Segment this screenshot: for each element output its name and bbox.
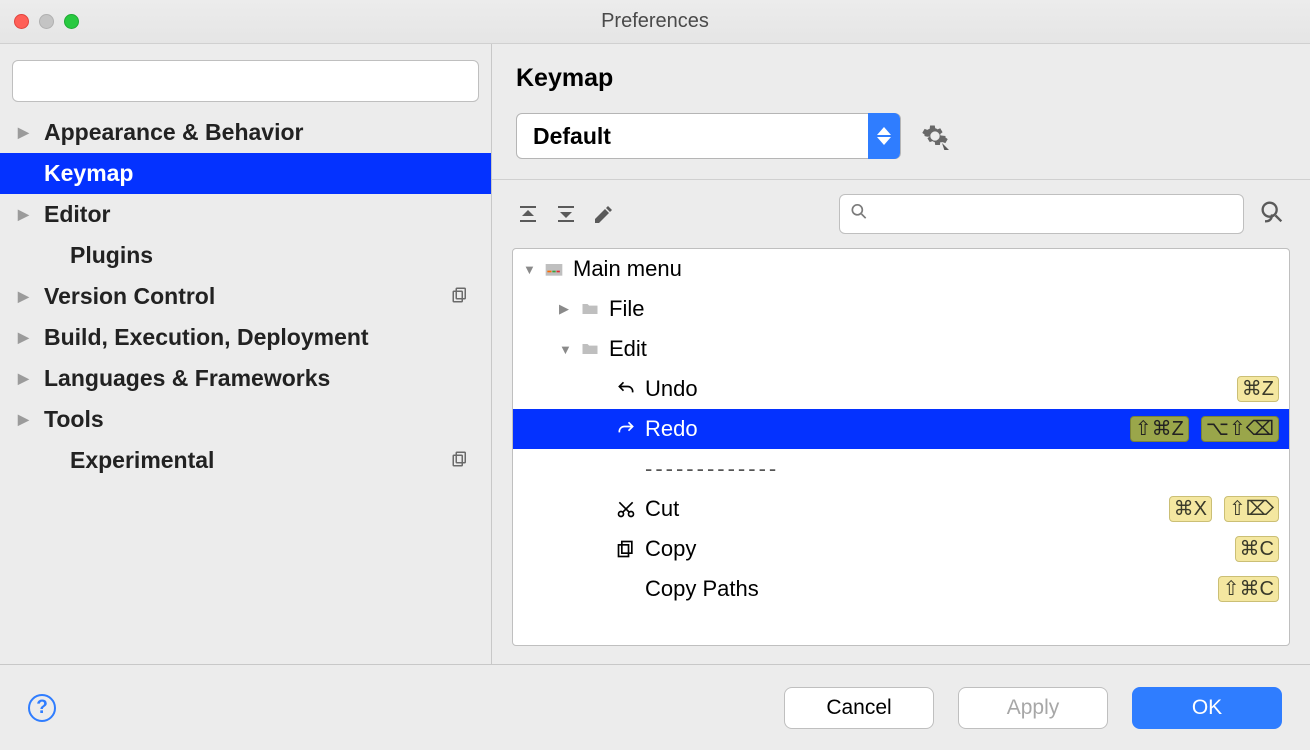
gear-icon[interactable] (921, 122, 949, 150)
content-heading: Keymap (492, 44, 1310, 101)
sidebar-item-label: Keymap (44, 160, 133, 187)
tree-item-copy-paths[interactable]: Copy Paths ⇧⌘C (513, 569, 1289, 609)
chevron-down-icon: ▼ (559, 342, 577, 357)
redo-icon (613, 419, 639, 439)
chevron-right-icon: ▶ (18, 329, 34, 346)
tree-item-cut[interactable]: Cut ⌘X ⇧⌦ (513, 489, 1289, 529)
chevron-right-icon: ▶ (18, 124, 34, 141)
action-search-input[interactable] (839, 194, 1244, 234)
sidebar-item-label: Appearance & Behavior (44, 119, 303, 146)
chevron-right-icon: ▶ (18, 288, 34, 305)
menu-folder-icon (541, 259, 567, 279)
shortcut-group: ⌘C (1235, 536, 1279, 562)
shortcut-group: ⇧⌘C (1218, 576, 1279, 602)
folder-icon (577, 339, 603, 359)
folder-icon (577, 299, 603, 319)
separator-label: ------------- (645, 456, 779, 482)
sidebar-item-label: Tools (44, 406, 104, 433)
tree-item-file[interactable]: ▶ File (513, 289, 1289, 329)
titlebar: Preferences (0, 0, 1310, 44)
keyboard-shortcut: ⌥⇧⌫ (1201, 416, 1279, 442)
sidebar-item-label: Plugins (70, 242, 153, 269)
keyboard-shortcut: ⌘C (1235, 536, 1279, 562)
sidebar-item-label: Build, Execution, Deployment (44, 324, 369, 351)
keymap-scheme-select[interactable]: Default (516, 113, 901, 159)
tree-item-label: Edit (609, 336, 647, 362)
expand-all-button[interactable] (516, 202, 540, 226)
sidebar-item-languages-frameworks[interactable]: ▶ Languages & Frameworks (0, 358, 491, 399)
undo-icon (613, 379, 639, 399)
sidebar-item-build-execution-deployment[interactable]: ▶ Build, Execution, Deployment (0, 317, 491, 358)
tree-item-label: Copy (645, 536, 696, 562)
tree-separator: ------------- (513, 449, 1289, 489)
sidebar-search-input[interactable] (12, 60, 479, 102)
keymap-scheme-value: Default (533, 123, 611, 150)
help-button[interactable]: ? (28, 694, 56, 722)
keyboard-shortcut: ⌘X (1169, 496, 1212, 522)
chevron-down-icon: ▼ (523, 262, 541, 277)
cut-icon (613, 499, 639, 519)
keyboard-shortcut: ⇧⌦ (1224, 496, 1279, 522)
footer: ? Cancel Apply OK (0, 664, 1310, 750)
tree-item-label: Undo (645, 376, 698, 402)
chevron-right-icon: ▶ (18, 411, 34, 428)
chevron-right-icon: ▶ (18, 370, 34, 387)
copy-settings-icon (451, 447, 469, 474)
copy-icon (613, 539, 639, 559)
apply-button: Apply (958, 687, 1108, 729)
shortcut-group: ⇧⌘Z ⌥⇧⌫ (1130, 416, 1279, 442)
chevron-right-icon: ▶ (18, 206, 34, 223)
sidebar-item-appearance-behavior[interactable]: ▶ Appearance & Behavior (0, 112, 491, 153)
sidebar-item-version-control[interactable]: ▶ Version Control (0, 276, 491, 317)
tree-item-label: Cut (645, 496, 679, 522)
tree-item-undo[interactable]: Undo ⌘Z (513, 369, 1289, 409)
sidebar-item-label: Version Control (44, 283, 215, 310)
tree-item-label: File (609, 296, 644, 322)
sidebar-item-label: Experimental (70, 447, 214, 474)
tree-item-label: Redo (645, 416, 698, 442)
sidebar-item-editor[interactable]: ▶ Editor (0, 194, 491, 235)
tree-item-label: Copy Paths (645, 576, 759, 602)
chevron-right-icon: ▶ (559, 301, 577, 317)
edit-icon[interactable] (592, 202, 616, 226)
keyboard-shortcut: ⇧⌘Z (1130, 416, 1189, 442)
collapse-all-button[interactable] (554, 202, 578, 226)
category-list: ▶ Appearance & Behavior Keymap ▶ Editor Plugi… (0, 112, 491, 664)
sidebar-item-plugins[interactable]: Plugins (0, 235, 491, 276)
shortcut-group: ⌘Z (1237, 376, 1279, 402)
keyboard-shortcut: ⌘Z (1237, 376, 1279, 402)
cancel-button[interactable]: Cancel (784, 687, 934, 729)
sidebar-item-experimental[interactable]: Experimental (0, 440, 491, 481)
sidebar-item-keymap[interactable]: Keymap (0, 153, 491, 194)
sidebar-item-label: Languages & Frameworks (44, 365, 330, 392)
tree-item-label: Main menu (573, 256, 682, 282)
find-by-shortcut-icon[interactable] (1258, 198, 1286, 231)
shortcut-group: ⌘X ⇧⌦ (1169, 496, 1279, 522)
tree-item-copy[interactable]: Copy ⌘C (513, 529, 1289, 569)
content-pane: Keymap Default (492, 44, 1310, 664)
sidebar-item-label: Editor (44, 201, 110, 228)
copy-settings-icon (451, 283, 469, 310)
ok-button[interactable]: OK (1132, 687, 1282, 729)
tree-item-main-menu[interactable]: ▼ Main menu (513, 249, 1289, 289)
sidebar: ▶ Appearance & Behavior Keymap ▶ Editor Plugi… (0, 44, 492, 664)
sidebar-item-tools[interactable]: ▶ Tools (0, 399, 491, 440)
tree-item-redo[interactable]: Redo ⇧⌘Z ⌥⇧⌫ (513, 409, 1289, 449)
chevron-updown-icon (868, 113, 900, 159)
keyboard-shortcut: ⇧⌘C (1218, 576, 1279, 602)
search-icon (849, 202, 869, 227)
window-title: Preferences (0, 10, 1310, 33)
action-tree[interactable]: ▼ Main menu ▶ File ▼ Edit Undo ⌘Z Redo ⇧⌘Z ⌥⇧⌫ ----… (512, 248, 1290, 646)
tree-item-edit[interactable]: ▼ Edit (513, 329, 1289, 369)
